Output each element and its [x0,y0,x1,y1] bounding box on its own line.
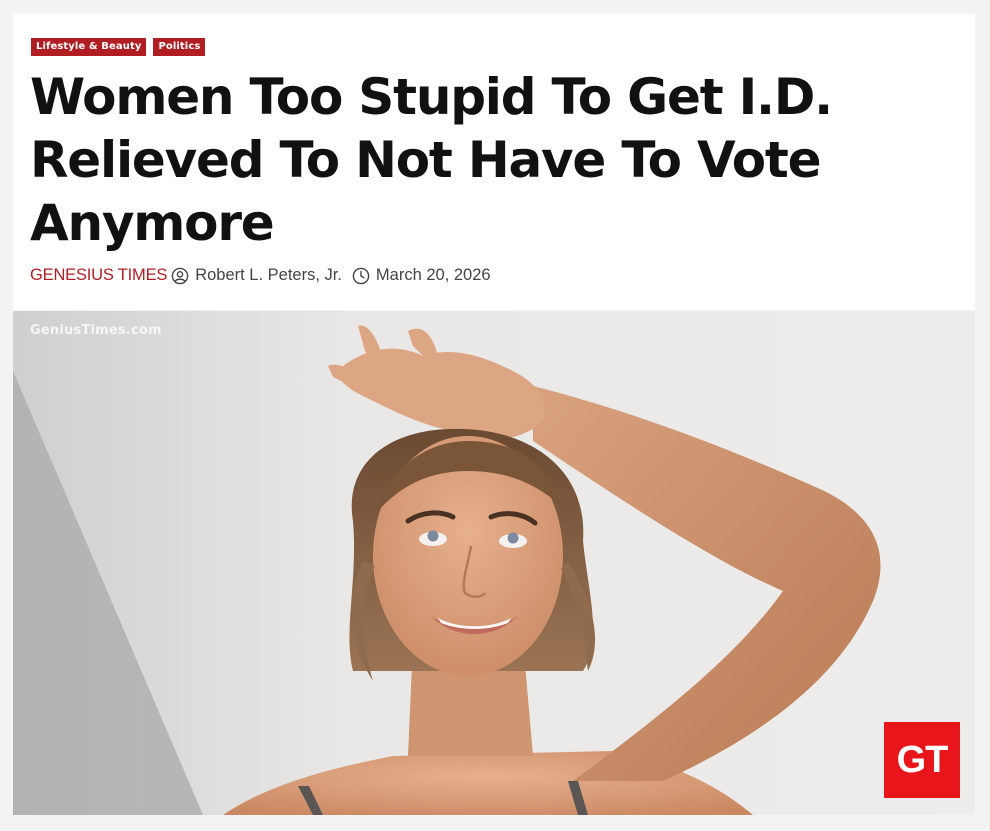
author-name[interactable]: Robert L. Peters, Jr. [195,266,342,285]
category-tag-politics[interactable]: Politics [153,38,206,56]
page-divider [13,815,975,831]
category-tag-lifestyle[interactable]: Lifestyle & Beauty [31,38,147,56]
article-header: Lifestyle & Beauty Politics Women Too St… [13,14,975,310]
user-circle-icon [171,267,189,285]
image-watermark: GeniusTimes.com [30,323,162,338]
category-tags: Lifestyle & Beauty Politics [31,38,206,56]
article-title: Women Too Stupid To Get I.D. Relieved To… [30,68,833,252]
photo-illustration [13,311,975,815]
clock-icon [352,267,370,285]
source-label[interactable]: GENESIUS TIMES [30,266,167,285]
article-meta: GENESIUS TIMES Robert L. Peters, Jr. Mar… [30,266,491,285]
featured-image: GeniusTimes.com GT [13,311,975,815]
site-logo-badge: GT [884,722,960,798]
publish-date: March 20, 2026 [375,266,491,284]
